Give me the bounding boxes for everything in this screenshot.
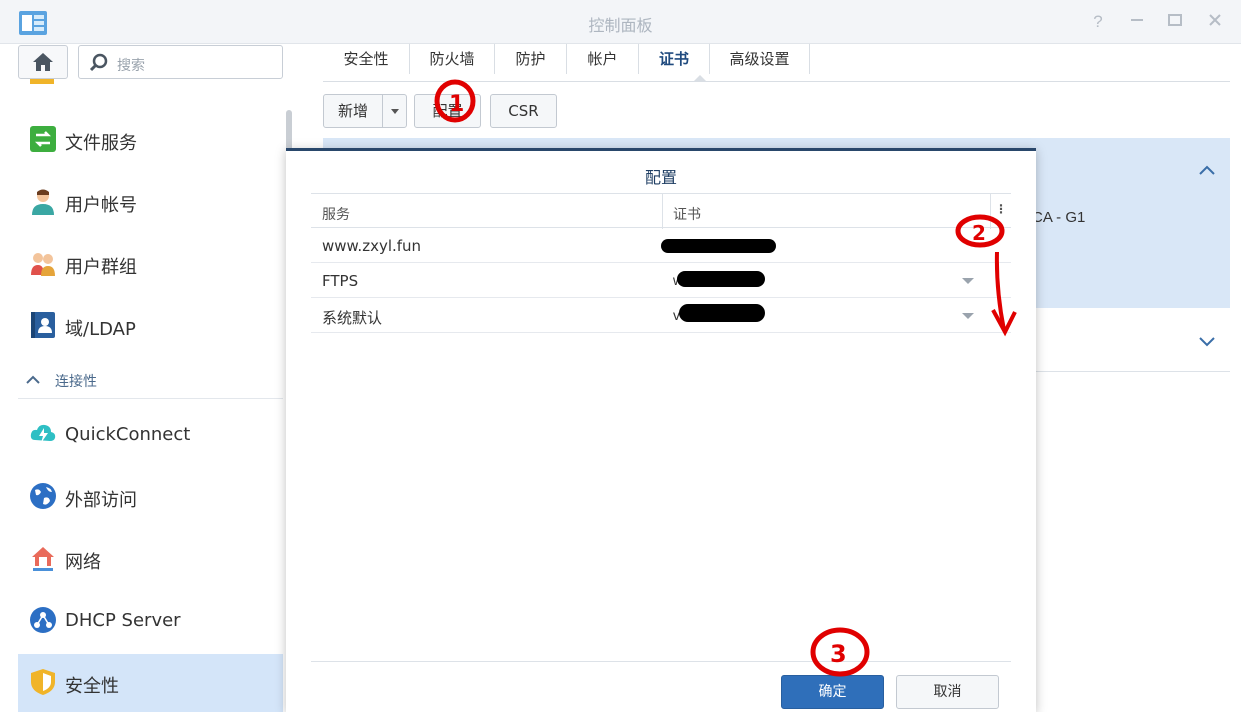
close-icon[interactable] xyxy=(1205,12,1225,32)
sidebar-item-label: 外部访问 xyxy=(65,490,137,511)
domain-ldap-icon xyxy=(31,312,55,338)
dialog-title: 配置 xyxy=(644,168,677,187)
help-icon[interactable]: ? xyxy=(1088,12,1108,32)
column-header-service[interactable]: 服务 xyxy=(322,204,350,224)
sidebar: 搜索 文件服务 用户帐号 用户群组 域/LDAP 连接性 QuickConnec… xyxy=(0,44,300,712)
globe-icon xyxy=(30,483,56,509)
search-input[interactable]: 搜索 xyxy=(78,45,283,79)
ok-button[interactable]: 确定 xyxy=(781,675,884,709)
sidebar-item-label: 安全性 xyxy=(65,676,119,697)
user-group-icon xyxy=(31,253,55,276)
search-placeholder: 搜索 xyxy=(117,58,145,74)
chevron-down-icon xyxy=(390,109,399,114)
sidebar-item-domain-ldap[interactable]: 域/LDAP xyxy=(18,297,283,355)
table-row[interactable]: 系统默认 v nan xyxy=(311,298,1011,333)
service-name: FTPS xyxy=(322,272,359,290)
service-name: 系统默认 xyxy=(322,309,383,327)
tab-advanced[interactable]: 高级设置 xyxy=(710,44,810,74)
tab-security[interactable]: 安全性 xyxy=(323,44,410,74)
dropdown-arrow-icon[interactable] xyxy=(962,278,974,284)
service-name: www.zxyl.fun xyxy=(322,237,422,255)
home-icon xyxy=(33,53,53,71)
sidebar-item-label: 用户群组 xyxy=(65,257,137,278)
redaction-mark xyxy=(661,239,776,253)
tab-firewall[interactable]: 防火墙 xyxy=(410,44,495,74)
csr-button[interactable]: CSR xyxy=(490,94,557,128)
sidebar-item-user[interactable]: 用户帐号 xyxy=(18,173,283,231)
tab-bar: 安全性 防火墙 防护 帐户 证书 高级设置 xyxy=(323,44,1230,82)
control-panel-window: 控制面板 ? 搜索 文件服务 用户帐号 用户群组 域/LDAP 连接性 Quic… xyxy=(0,0,1241,712)
sidebar-item-label: DHCP Server xyxy=(65,610,181,631)
sidebar-item-label: 文件服务 xyxy=(65,133,137,154)
collapse-chevron-icon[interactable] xyxy=(1198,160,1216,181)
tab-certificate[interactable]: 证书 xyxy=(639,44,710,74)
column-separator xyxy=(662,194,663,229)
expand-chevron-icon[interactable] xyxy=(1198,332,1216,353)
cancel-button[interactable]: 取消 xyxy=(896,675,999,709)
home-button[interactable] xyxy=(18,45,68,79)
tab-account[interactable]: 帐户 xyxy=(567,44,639,74)
user-icon xyxy=(32,189,54,215)
redaction-mark xyxy=(677,271,765,287)
minimize-icon[interactable] xyxy=(1127,12,1147,32)
sidebar-item-network[interactable]: 网络 xyxy=(18,530,283,588)
table-row[interactable]: www.zxyl.fun f xyxy=(311,228,1011,263)
sidebar-item-label: 域/LDAP xyxy=(65,319,136,340)
configure-dialog: 配置 服务 证书 ⋮ www.zxyl.fun f FTPS w / n xyxy=(286,148,1036,712)
add-button[interactable]: 新增 xyxy=(323,94,383,128)
sidebar-item-label: 用户帐号 xyxy=(65,195,137,216)
window-title: 控制面板 xyxy=(588,16,653,35)
column-menu-icon[interactable]: ⋮ xyxy=(990,194,1011,229)
search-icon xyxy=(89,53,108,72)
quickconnect-icon xyxy=(30,424,56,443)
column-header-certificate[interactable]: 证书 xyxy=(673,204,701,224)
sidebar-item-file-services[interactable]: 文件服务 xyxy=(18,111,283,169)
section-divider xyxy=(18,398,283,399)
dropdown-arrow-icon[interactable] xyxy=(962,313,974,319)
sidebar-item-dhcp-server[interactable]: DHCP Server xyxy=(18,592,283,650)
grid-header: 服务 证书 ⋮ xyxy=(311,193,1011,229)
shield-icon xyxy=(31,669,55,695)
redaction-mark xyxy=(679,304,765,322)
configure-button[interactable]: 配置 xyxy=(414,94,481,128)
sidebar-item-security[interactable]: 安全性 xyxy=(18,654,283,712)
dialog-footer-divider xyxy=(311,661,1011,662)
maximize-icon[interactable] xyxy=(1165,12,1185,32)
table-row[interactable]: FTPS w / n xyxy=(311,263,1011,298)
sidebar-item-user-group[interactable]: 用户群组 xyxy=(18,235,283,293)
active-tab-caret xyxy=(693,75,707,82)
tab-protection[interactable]: 防护 xyxy=(495,44,567,74)
sidebar-item-label: QuickConnect xyxy=(65,424,191,445)
certificate-issuer-text: CA - G1 xyxy=(1032,209,1086,226)
file-services-icon xyxy=(30,126,56,152)
section-label: 连接性 xyxy=(55,374,97,390)
chevron-up-icon xyxy=(26,375,40,384)
sidebar-item-label: 网络 xyxy=(65,552,101,573)
dhcp-icon xyxy=(30,607,56,633)
add-dropdown-button[interactable] xyxy=(382,94,407,128)
network-house-icon xyxy=(32,547,54,571)
sidebar-item-quickconnect[interactable]: QuickConnect xyxy=(18,406,283,464)
title-bar: 控制面板 ? xyxy=(0,0,1241,44)
sidebar-item-external-access[interactable]: 外部访问 xyxy=(18,468,283,526)
